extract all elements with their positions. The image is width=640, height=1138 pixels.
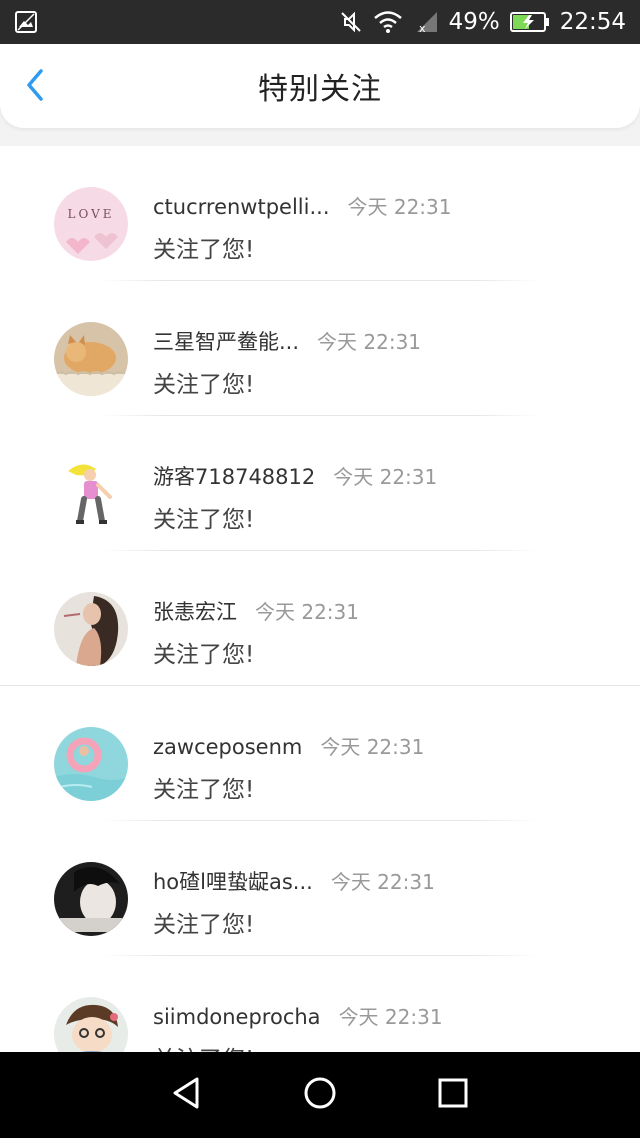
timestamp: 今天 22:31	[330, 870, 435, 894]
clock: 22:54	[559, 9, 626, 35]
timestamp: 今天 22:31	[317, 330, 422, 354]
nav-recents-button[interactable]	[423, 1065, 483, 1125]
notification-message: 关注了您!	[153, 237, 255, 263]
app-header: 特别关注	[0, 44, 640, 128]
nav-back-button[interactable]	[157, 1065, 217, 1125]
user-name[interactable]: siimdoneprocha	[153, 1005, 321, 1029]
notification-item[interactable]: siimdoneprocha 今天 22:31 关注了您!	[0, 956, 640, 1052]
notification-item[interactable]: ho碴l哩蛰龊as... 今天 22:31 关注了您!	[0, 821, 640, 956]
notification-message: 关注了您!	[153, 372, 255, 398]
battery-percent: 49%	[448, 9, 500, 35]
image-notification-icon	[14, 10, 38, 34]
timestamp: 今天 22:31	[255, 600, 359, 624]
notification-message: 关注了您!	[153, 912, 255, 938]
timestamp: 今天 22:31	[338, 1005, 443, 1029]
circle-home-icon	[302, 1075, 338, 1115]
mute-icon	[339, 10, 363, 34]
user-name[interactable]: 张恚宏江	[153, 596, 237, 626]
notification-item[interactable]: 张恚宏江 今天 22:31 关注了您!	[0, 551, 640, 686]
user-name[interactable]: ctucrrenwtpelli...	[153, 195, 330, 219]
notification-message: 关注了您!	[153, 642, 255, 668]
user-name[interactable]: zawceposenm	[153, 735, 302, 759]
notification-message: 关注了您!	[153, 1040, 254, 1052]
notification-item[interactable]: zawceposenm 今天 22:31 关注了您!	[0, 686, 640, 821]
pool-float-avatar[interactable]	[54, 727, 128, 801]
love-hearts-avatar[interactable]: LOVE	[54, 187, 128, 261]
cat-avatar[interactable]	[54, 322, 128, 396]
page-title: 特别关注	[258, 72, 382, 107]
svg-text:x: x	[419, 22, 426, 34]
notification-item[interactable]: 三星智严鲞能... 今天 22:31 关注了您!	[0, 281, 640, 416]
wifi-icon	[373, 10, 403, 34]
signal-icon: x	[413, 10, 439, 34]
timestamp: 今天 22:31	[347, 195, 452, 219]
nav-home-button[interactable]	[290, 1065, 350, 1125]
status-bar: x 49% 22:54	[0, 0, 640, 44]
chevron-left-icon	[24, 68, 46, 106]
user-name[interactable]: ho碴l哩蛰龊as...	[153, 866, 313, 896]
system-nav-bar	[0, 1052, 640, 1138]
user-name[interactable]: 游客718748812	[153, 461, 315, 491]
dark-photo-avatar[interactable]	[54, 862, 128, 936]
woman-photo-avatar[interactable]	[54, 592, 128, 666]
notification-list: LOVE ctucrrenwtpelli... 今天 22:31 关注了您! 三…	[0, 146, 640, 1052]
cartoon-girl-avatar[interactable]	[54, 457, 128, 531]
svg-text:LOVE: LOVE	[67, 207, 114, 221]
user-name[interactable]: 三星智严鲞能...	[153, 326, 299, 356]
notification-message: 关注了您!	[153, 507, 255, 533]
back-button[interactable]	[18, 68, 52, 106]
notification-item[interactable]: 游客718748812 今天 22:31 关注了您!	[0, 416, 640, 551]
square-recents-icon	[435, 1075, 471, 1115]
timestamp: 今天 22:31	[320, 735, 425, 759]
triangle-back-icon	[169, 1075, 205, 1115]
battery-charging-icon	[509, 11, 550, 33]
cartoon-boy-avatar[interactable]	[54, 997, 128, 1052]
timestamp: 今天 22:31	[333, 465, 438, 489]
notification-message: 关注了您!	[153, 777, 255, 803]
notification-item[interactable]: LOVE ctucrrenwtpelli... 今天 22:31 关注了您!	[0, 146, 640, 281]
